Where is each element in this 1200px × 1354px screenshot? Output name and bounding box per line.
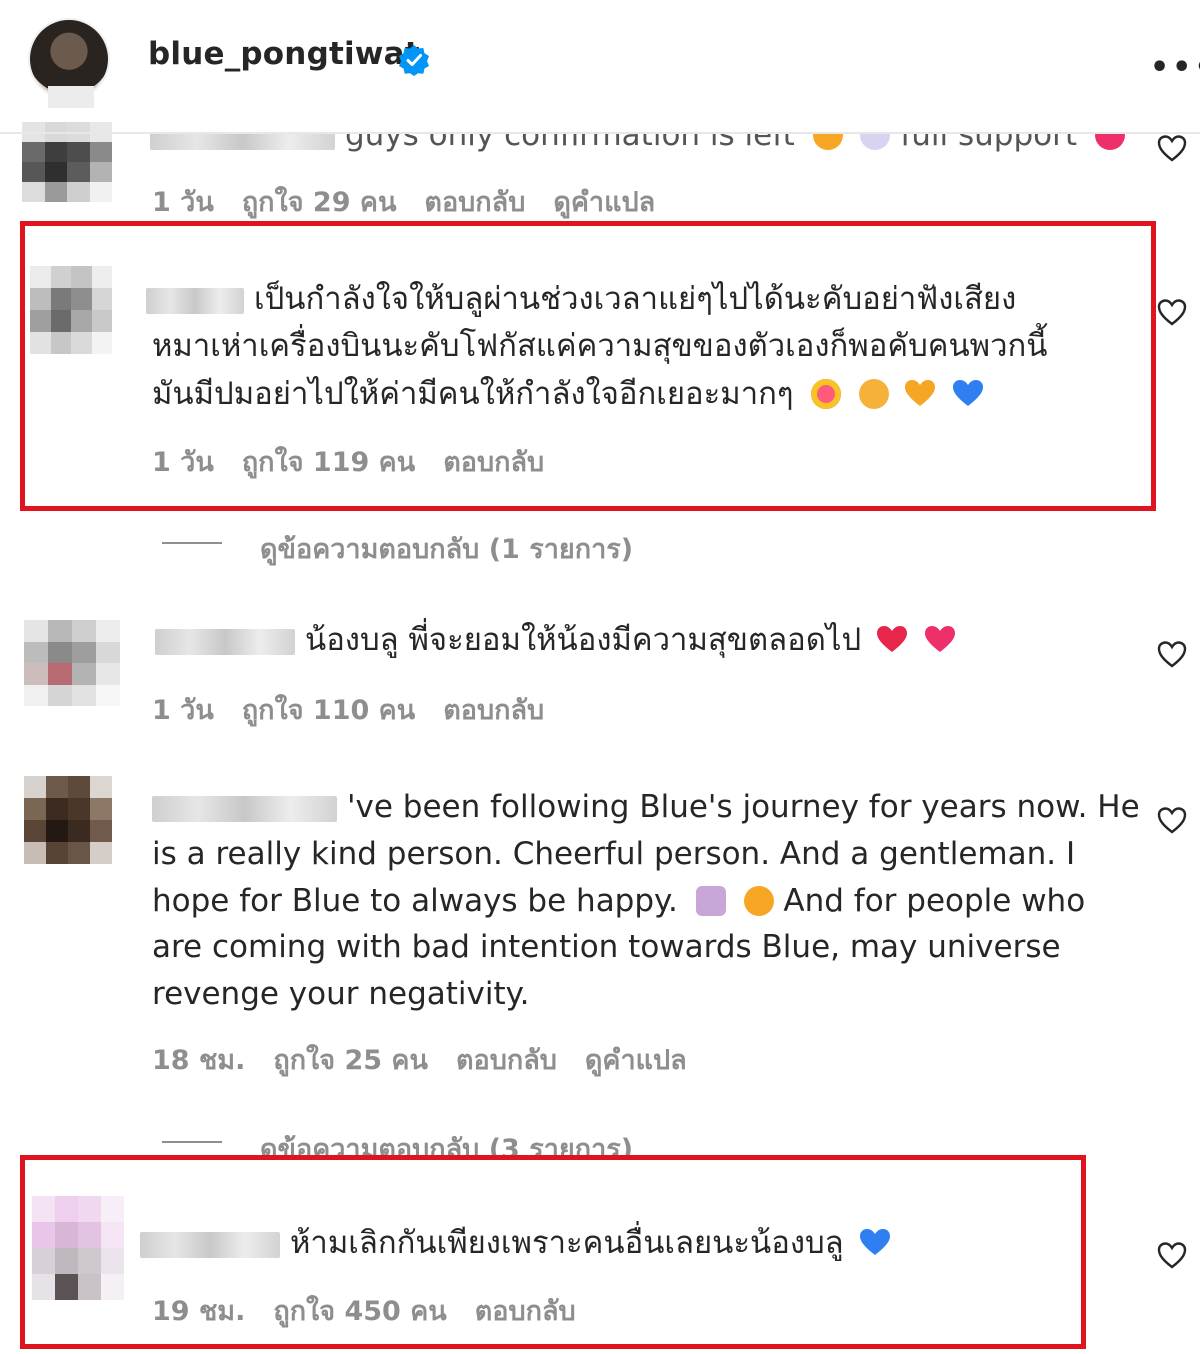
comment-time: 1 วัน <box>152 695 214 726</box>
like-heart-icon[interactable] <box>1157 298 1187 326</box>
blurred-username[interactable] <box>152 795 337 822</box>
replies-divider-line <box>162 542 222 544</box>
replies-divider-line <box>162 1141 222 1143</box>
reply-button[interactable]: ตอบกลับ <box>443 695 544 726</box>
blue-heart-emoji-icon <box>859 1229 890 1255</box>
like-heart-icon[interactable] <box>1157 1241 1187 1269</box>
comment-time: 1 วัน <box>152 187 214 218</box>
like-heart-icon[interactable] <box>1157 806 1187 834</box>
comment-likes[interactable]: ถูกใจ 29 คน <box>242 187 397 218</box>
comment-line: เป็นกำลังใจให้บลูผ่านช่วงเวลาแย่ๆไปได้นะ… <box>254 281 1017 317</box>
reply-button[interactable]: ตอบกลับ <box>456 1045 557 1076</box>
heart-eyes-emoji-icon <box>811 379 842 409</box>
comment-text: ห้ามเลิกกันเพียงเพราะคนอื่นเลยนะน้องบลู <box>140 1220 892 1267</box>
blurred-username[interactable] <box>155 628 295 655</box>
header-divider <box>0 132 1200 134</box>
comment-text: 've been following Blue's journey for ye… <box>152 784 1140 831</box>
comment-text: hope for Blue to always be happy. And fo… <box>152 878 1085 925</box>
blurred-username[interactable] <box>140 1231 280 1258</box>
translate-button[interactable]: ดูคำแปล <box>585 1045 687 1076</box>
comment-text: น้องบลู พี่จะยอมให้น้องมีความสุขตลอดไป <box>155 617 957 664</box>
translate-button[interactable]: ดูคำแปล <box>553 187 655 218</box>
comment-time: 18 ชม. <box>152 1045 246 1076</box>
commenter-avatar[interactable] <box>22 122 112 202</box>
comment-time: 19 ชม. <box>152 1296 246 1327</box>
comment-likes[interactable]: ถูกใจ 110 คน <box>242 695 415 726</box>
pink-heart-emoji-icon <box>924 626 955 652</box>
comment-likes[interactable]: ถูกใจ 119 คน <box>242 447 415 478</box>
post-header: blue_pongtiwat ••• <box>0 0 1200 122</box>
comment-body: ห้ามเลิกกันเพียงเพราะคนอื่นเลยนะน้องบลู <box>290 1225 844 1261</box>
verified-badge-icon <box>399 45 429 76</box>
comment-meta: 1 วัน ถูกใจ 119 คน ตอบกลับ <box>152 440 572 483</box>
comment-line: มันมีปมอย่าไปให้ค่ามีคนให้กำลังใจอีกเยอะ… <box>152 376 794 412</box>
commenter-avatar[interactable] <box>24 776 112 864</box>
comment-line: hope for Blue to always be happy. <box>152 883 678 919</box>
commenter-avatar[interactable] <box>32 1196 124 1300</box>
blurred-username[interactable] <box>146 287 244 314</box>
reply-button[interactable]: ตอบกลับ <box>475 1296 576 1327</box>
comment-line-tail: And for people who <box>783 883 1086 919</box>
commenter-avatar[interactable] <box>24 620 120 706</box>
comment-body: น้องบลู พี่จะยอมให้น้องมีความสุขตลอดไป <box>305 622 862 658</box>
smiling-hearts-emoji-icon <box>743 886 774 916</box>
comment-line: หมาเห่าเครื่องบินนะคับโฟกัสแค่ความสุขของ… <box>152 328 1048 364</box>
comment-time: 1 วัน <box>152 447 214 478</box>
commenter-avatar[interactable] <box>30 266 112 354</box>
comment-meta: 19 ชม. ถูกใจ 450 คน ตอบกลับ <box>152 1289 604 1332</box>
comment-line: revenge your negativity. <box>152 976 530 1012</box>
praying-hands-emoji-icon <box>695 886 726 916</box>
comment-meta: 1 วัน ถูกใจ 29 คน ตอบกลับ ดูคำแปล <box>152 180 683 223</box>
reply-button[interactable]: ตอบกลับ <box>424 187 525 218</box>
comment-line: is a really kind person. Cheerful person… <box>152 836 1076 872</box>
reply-button[interactable]: ตอบกลับ <box>443 447 544 478</box>
yellow-heart-emoji-icon <box>905 380 936 406</box>
avatar-shadow <box>48 86 94 108</box>
like-heart-icon[interactable] <box>1157 134 1187 162</box>
comment-line: are coming with bad intention towards Bl… <box>152 929 1061 965</box>
view-replies-button[interactable]: ดูข้อความตอบกลับ (1 รายการ) <box>260 527 633 570</box>
comment-line: 've been following Blue's journey for ye… <box>347 789 1140 825</box>
like-heart-icon[interactable] <box>1157 640 1187 668</box>
username[interactable]: blue_pongtiwat <box>148 36 420 72</box>
comment-meta: 18 ชม. ถูกใจ 25 คน ตอบกลับ ดูคำแปล <box>152 1038 715 1081</box>
blue-heart-emoji-icon <box>953 380 984 406</box>
smiling-emoji-icon <box>859 379 890 409</box>
comment-likes[interactable]: ถูกใจ 25 คน <box>273 1045 428 1076</box>
more-options-icon[interactable]: ••• <box>1150 50 1200 85</box>
comment-likes[interactable]: ถูกใจ 450 คน <box>273 1296 446 1327</box>
comment-text: มันมีปมอย่าไปให้ค่ามีคนให้กำลังใจอีกเยอะ… <box>152 371 985 418</box>
comment-text: เป็นกำลังใจให้บลูผ่านช่วงเวลาแย่ๆไปได้นะ… <box>146 276 1016 323</box>
comment-meta: 1 วัน ถูกใจ 110 คน ตอบกลับ <box>152 688 572 731</box>
highlight-inner-mask <box>25 1160 1081 1188</box>
red-heart-emoji-icon <box>877 626 907 652</box>
